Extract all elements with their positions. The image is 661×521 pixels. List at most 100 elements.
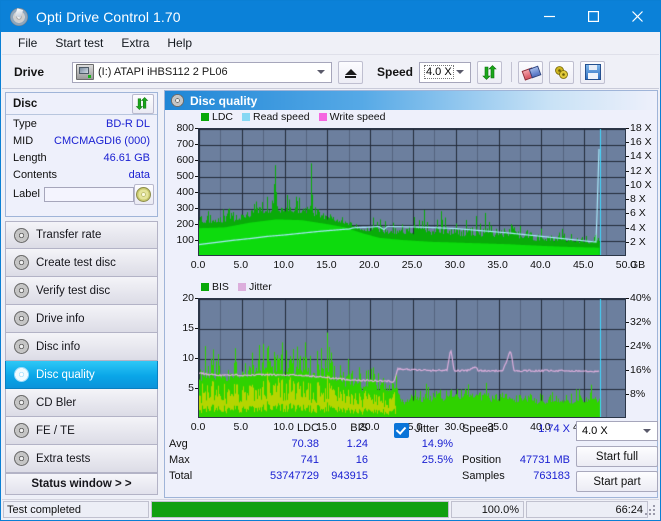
ldc-chart-legend: LDC Read speed Write speed [201,111,391,123]
y2-axis-tick: 24% [630,340,652,352]
start-part-button[interactable]: Start part [576,471,658,492]
start-full-button[interactable]: Start full [576,446,658,467]
disc-value: BD-R DL [105,117,150,130]
test-speed-select[interactable]: 4.0 X [576,421,658,441]
y2-axis-tickmark [626,199,629,200]
legend-item: Write speed [318,111,386,123]
menu-help[interactable]: Help [158,33,201,53]
stats-samples-label: Samples [462,470,505,482]
sidebar-item-disc-info[interactable]: Disc info [5,333,158,361]
ldc-plot-area [198,128,626,256]
disc-key: MID [13,134,34,147]
disc-refresh-button[interactable] [132,93,154,114]
eject-button[interactable] [338,60,363,84]
minimize-button[interactable] [527,1,571,32]
y-axis-tickmark [195,298,198,299]
title-bar: Opti Drive Control 1.70 [1,1,660,32]
legend-swatch [242,113,251,121]
sidebar-item-label: Disc quality [36,368,95,381]
y-axis-tick: 15 [182,322,194,334]
menu-extra[interactable]: Extra [112,33,158,53]
status-message: Test completed [3,501,149,518]
y-axis-tickmark [195,328,198,329]
sidebar-item-cd-bler[interactable]: CD Bler [5,389,158,417]
disc-test-icon [14,227,29,243]
x-axis-tick: 40.0 [530,259,551,271]
sidebar-item-label: Drive info [36,312,85,325]
eraser-icon [521,65,542,81]
y-axis-tick: 800 [176,122,194,134]
eraser-button[interactable] [518,60,543,84]
y2-axis-tickmark [626,228,629,229]
sidebar-item-drive-info[interactable]: Drive info [5,305,158,333]
app-window: Opti Drive Control 1.70 File Start test … [0,0,661,521]
gear-icon [555,65,568,79]
disc-row-contents: Contents data [6,166,157,183]
x-axis-tick: 5.0 [233,259,249,271]
y-axis-tick: 500 [176,170,194,182]
legend-label: BIS [212,281,229,293]
label-input[interactable] [43,186,134,202]
speed-select[interactable]: 4.0 X [419,61,471,83]
y-axis-tick: 200 [176,218,194,230]
sidebar-item-label: Transfer rate [36,229,102,241]
refresh-button[interactable] [477,60,502,84]
disc-value: CMCMAGDI6 (000) [54,134,150,147]
speed-select-value: 4.0 X [424,65,454,79]
stats-samples-value: 763183 [533,470,570,482]
disc-key: Length [13,151,47,164]
save-icon [584,64,601,80]
y-axis-tick: 20 [182,292,194,304]
stats-position-label: Position [462,454,502,466]
disc-test-icon [14,311,29,326]
x-axis-tick: 15.0 [316,259,337,271]
menu-start-test[interactable]: Start test [46,33,112,53]
y2-axis-tickmark [626,242,629,243]
settings-button[interactable] [549,60,574,84]
y-axis-tickmark [195,128,198,129]
y2-axis-tickmark [626,128,629,129]
legend-item: Read speed [242,111,310,123]
legend-label: Write speed [329,111,386,123]
ldc-plot-canvas [199,129,625,255]
stats-panel: LDC BIS Avg Max Total 70.38 741 53747729… [165,419,658,497]
y2-axis-tick: 2 X [630,235,646,248]
y-axis-tickmark [195,224,198,225]
sidebar-item-fe-te[interactable]: FE / TE [5,417,158,445]
nav-list: Transfer rate Create test disc Verify te… [5,221,158,473]
y-axis-tickmark [195,192,198,193]
main-panel: Disc quality LDC Read speed Write speed 10… [164,90,658,498]
stats-row-avg: Avg [169,438,188,450]
jitter-checkbox[interactable] [394,423,409,438]
sidebar-item-label: CD Bler [36,396,77,409]
left-panel: Disc Type BD-R DL MID CMCMAGDI6 (000) Le… [2,90,162,498]
y-axis-tick: 700 [176,138,194,150]
y2-axis-tickmark [626,370,629,371]
window-controls [527,1,659,32]
legend-item: Jitter [237,281,272,293]
menu-bar: File Start test Extra Help [2,32,659,55]
disc-label-button[interactable] [133,183,154,205]
sidebar-item-create-test-disc[interactable]: Create test disc [5,249,158,277]
legend-swatch [201,113,209,121]
sidebar-item-disc-quality[interactable]: Disc quality [5,361,158,389]
disc-value: 46.61 GB [103,151,150,164]
resize-grip[interactable] [645,505,657,517]
sidebar-item-verify-test-disc[interactable]: Verify test disc [5,277,158,305]
y-axis-tick: 600 [176,154,194,166]
save-button[interactable] [580,60,605,84]
disc-test-icon [14,339,29,354]
close-button[interactable] [615,1,659,32]
disc-test-icon [14,423,29,438]
maximize-button[interactable] [571,1,615,32]
status-window-button[interactable]: Status window > > [5,473,158,495]
stats-bis-max: 16 [355,454,368,466]
legend-swatch [201,283,209,291]
drive-select[interactable]: (I:) ATAPI iHBS112 2 PL06 [72,61,332,83]
sidebar-item-transfer-rate[interactable]: Transfer rate [5,221,158,249]
speed-label: Speed [377,65,414,79]
sidebar-item-extra-tests[interactable]: Extra tests [5,445,158,473]
menu-file[interactable]: File [9,33,46,53]
progress-percent: 100.0% [451,501,524,518]
sidebar-item-label: Extra tests [36,452,91,465]
